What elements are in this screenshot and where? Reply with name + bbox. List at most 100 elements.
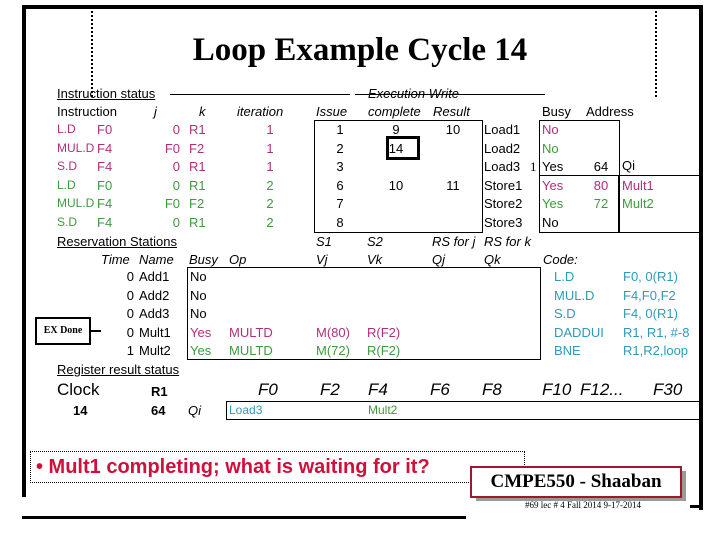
clock-value: 14 (73, 403, 88, 418)
reservation-stations-label: Reservation Stations (57, 234, 177, 249)
rs-vj: M(72) (316, 343, 350, 358)
instr-k: R1 (189, 122, 206, 137)
instr-iteration: 2 (266, 177, 274, 193)
j-header: j (154, 104, 157, 119)
rs-busy: Yes (190, 343, 212, 358)
instr-j: F0 (164, 196, 180, 211)
complete-header: complete (368, 104, 421, 119)
instr-k: R1 (189, 177, 206, 193)
issue-header: Issue (316, 104, 348, 119)
buffer-qi-header: Qi (622, 158, 635, 173)
buffer-busy: Yes (542, 177, 564, 193)
instr-iteration: 1 (266, 159, 274, 174)
section-rule (170, 94, 350, 95)
buffer-busy: Yes (542, 159, 564, 174)
register-name: F6 (430, 380, 450, 399)
buffer-name: Load1 (484, 122, 521, 137)
rs-vk: R(F2) (367, 324, 401, 340)
slide-frame-top (22, 5, 703, 9)
instr-op: S.D (57, 159, 78, 173)
instr-j: 0 (172, 122, 180, 137)
rs-time: 0 (126, 324, 134, 340)
bullet-note: • Mult1 completing; what is waiting for … (30, 451, 525, 483)
instr-dest: F4 (97, 159, 113, 174)
instr-iteration: 2 (266, 214, 274, 230)
exec-write-header: Execution Write (368, 86, 460, 101)
instr-iteration: 2 (266, 196, 274, 211)
vk-header: Vk (367, 252, 383, 267)
register-qi: Mult2 (368, 403, 398, 417)
instr-k: F2 (189, 196, 205, 211)
qk-header: Qk (484, 252, 501, 267)
code-op: S.D (554, 306, 576, 321)
register-name: F10 (542, 380, 572, 399)
k-header: k (199, 104, 206, 119)
instr-dest: F4 (97, 140, 113, 156)
instr-k: R1 (189, 214, 206, 230)
instr-dest: F4 (97, 214, 113, 230)
register-qi-box (226, 401, 703, 420)
clock-label: Clock (57, 380, 100, 399)
rs-vk: R(F2) (367, 343, 401, 358)
register-qi: Load3 (229, 403, 263, 417)
register-name: F2 (320, 380, 340, 399)
buffer-count: 1 (530, 159, 537, 174)
code-args: F4, 0(R1) (623, 306, 678, 321)
footer-info: #69 lec # 4 Fall 2014 9-17-2014 (525, 500, 641, 510)
buffer-address: 72 (593, 196, 609, 211)
s1-header: S1 (316, 234, 332, 249)
rs-time: 0 (126, 306, 134, 321)
code-op: MUL.D (554, 287, 595, 303)
rs-time: 1 (126, 343, 134, 358)
instr-op: L.D (57, 122, 76, 136)
instr-issue: 2 (336, 140, 344, 156)
code-op: L.D (554, 269, 575, 284)
instr-iteration: 1 (266, 122, 274, 137)
instr-op: L.D (57, 177, 76, 192)
op-header: Op (229, 252, 247, 267)
instr-result: 10 (445, 122, 461, 137)
instr-issue: 6 (336, 177, 344, 193)
code-op: BNE (554, 343, 581, 358)
instr-j: F0 (164, 140, 180, 156)
buffer-busy: Yes (542, 196, 564, 211)
code-args: R1,R2,loop (623, 343, 689, 358)
instr-dest: F0 (97, 122, 113, 137)
rs-k-header: RS for k (484, 234, 531, 249)
instr-issue: 1 (336, 122, 344, 137)
register-name: F4 (368, 380, 388, 399)
buffer-divider (482, 120, 483, 231)
time-header: Time (101, 252, 130, 267)
rs-name: Add3 (139, 306, 170, 321)
r1-value: 64 (151, 403, 166, 418)
r1-label: R1 (151, 384, 168, 399)
code-args: F4,F0,F2 (623, 287, 676, 303)
name-header: Name (139, 252, 174, 267)
rs-busy: No (190, 287, 207, 303)
instr-j: 0 (172, 214, 180, 230)
slide-frame-left (22, 5, 26, 497)
rs-busy: No (190, 306, 207, 321)
instr-issue: 8 (336, 214, 344, 230)
instr-dest: F0 (97, 177, 113, 193)
course-badge: CMPE550 - Shaaban (470, 466, 682, 498)
buffer-qi: Mult2 (622, 196, 654, 211)
s2-header: S2 (367, 234, 383, 249)
buffer-address: 80 (593, 177, 609, 193)
buffer-busy-header: Busy (542, 104, 571, 119)
instr-k: R1 (189, 159, 206, 174)
rs-time: 0 (126, 269, 134, 284)
instr-issue: 7 (336, 196, 344, 211)
instr-k: F2 (189, 140, 205, 156)
buffer-name: Store3 (484, 214, 523, 230)
buffer-busy: No (542, 140, 559, 156)
code-label: Code: (543, 252, 578, 267)
buffer-address-header: Address (586, 104, 634, 119)
rs-op: MULTD (229, 324, 273, 340)
code-args: R1, R1, #-8 (623, 324, 690, 340)
register-name: F0 (258, 380, 278, 399)
rs-name: Add1 (139, 269, 170, 284)
buffer-qi: Mult1 (622, 177, 654, 193)
buffer-name: Load3 (484, 159, 521, 174)
rs-time: 0 (126, 287, 134, 303)
